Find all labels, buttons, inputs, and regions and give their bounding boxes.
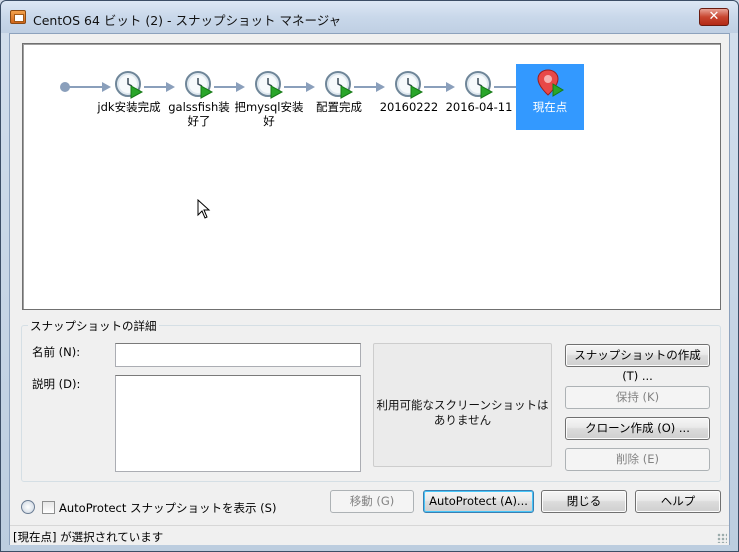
window-close-button[interactable]: ✕ bbox=[699, 8, 729, 26]
snapshot-label: 20160222 bbox=[379, 100, 439, 114]
window-title: CentOS 64 ビット (2) - スナップショット マネージャ bbox=[33, 13, 342, 28]
current-state-label: 現在点 bbox=[532, 100, 568, 114]
delete-button[interactable]: 削除 (E) bbox=[565, 448, 710, 471]
vmware-app-icon bbox=[10, 10, 26, 24]
description-textarea[interactable] bbox=[115, 375, 361, 472]
show-autoprotect-label[interactable]: AutoProtect スナップショットを表示 (S) bbox=[59, 500, 276, 516]
no-screenshot-text: 利用可能なスクリーンショットは ありません bbox=[376, 398, 549, 427]
snapshot-clock-icon bbox=[114, 70, 144, 100]
autoprotect-button[interactable]: AutoProtect (A)... bbox=[423, 490, 534, 513]
clone-button[interactable]: クローン作成 (O) ... bbox=[565, 417, 710, 440]
mouse-cursor-icon bbox=[197, 198, 211, 222]
show-autoprotect-checkbox[interactable] bbox=[42, 501, 55, 514]
snapshot-details-group: スナップショットの詳細 名前 (N): 説明 (D): 利用可能なスクリーンショ… bbox=[21, 318, 721, 482]
title-bar[interactable]: CentOS 64 ビット (2) - スナップショット マネージャ ✕ bbox=[1, 1, 738, 33]
go-to-button[interactable]: 移動 (G) bbox=[330, 490, 414, 513]
current-state-wrapper: 現在点 bbox=[515, 68, 585, 114]
snapshot-label: 2016-04-11 bbox=[445, 100, 513, 114]
resize-grip-icon[interactable] bbox=[717, 533, 727, 543]
snapshot-node[interactable]: 20160222 bbox=[374, 70, 444, 114]
snapshot-clock-icon bbox=[184, 70, 214, 100]
current-state-node[interactable]: 現在点 bbox=[516, 64, 584, 130]
snapshot-node[interactable]: galssfish装好了 bbox=[164, 70, 234, 128]
snapshot-node[interactable]: 2016-04-11 bbox=[444, 70, 514, 114]
status-bar: [現在点] が選択されています bbox=[10, 525, 729, 545]
take-snapshot-button[interactable]: スナップショットの作成 (T) ... bbox=[565, 344, 710, 383]
description-label: 説明 (D): bbox=[32, 377, 81, 391]
name-label: 名前 (N): bbox=[32, 345, 81, 359]
snapshot-clock-icon bbox=[464, 70, 494, 100]
details-legend: スナップショットの詳細 bbox=[28, 318, 159, 334]
snapshot-node[interactable]: 把mysql安装好 bbox=[234, 70, 304, 128]
snapshot-label: 把mysql安装好 bbox=[234, 100, 304, 128]
dialog-body: jdk安装完成 galssfish装好了 把mysql安装好 配置完成 2016… bbox=[9, 33, 730, 545]
autoprotect-clock-icon bbox=[21, 500, 35, 514]
snapshot-clock-icon bbox=[394, 70, 424, 100]
snapshot-node[interactable]: jdk安装完成 bbox=[94, 70, 164, 114]
close-button[interactable]: 閉じる bbox=[541, 490, 627, 513]
screenshot-preview: 利用可能なスクリーンショットは ありません bbox=[373, 343, 552, 467]
snapshot-manager-window: CentOS 64 ビット (2) - スナップショット マネージャ ✕ jdk… bbox=[0, 0, 739, 552]
snapshot-clock-icon bbox=[324, 70, 354, 100]
keep-button[interactable]: 保持 (K) bbox=[565, 386, 710, 409]
snapshot-timeline[interactable]: jdk安装完成 galssfish装好了 把mysql安装好 配置完成 2016… bbox=[22, 43, 721, 310]
snapshot-label: galssfish装好了 bbox=[168, 100, 230, 128]
status-text: [現在点] が選択されています bbox=[13, 530, 164, 544]
snapshot-label: jdk安装完成 bbox=[97, 100, 161, 114]
location-pin-icon bbox=[535, 68, 565, 98]
snapshot-node[interactable]: 配置完成 bbox=[304, 70, 374, 114]
name-input[interactable] bbox=[115, 343, 361, 367]
snapshot-clock-icon bbox=[254, 70, 284, 100]
snapshot-label: 配置完成 bbox=[316, 100, 362, 114]
help-button[interactable]: ヘルプ bbox=[635, 490, 721, 513]
